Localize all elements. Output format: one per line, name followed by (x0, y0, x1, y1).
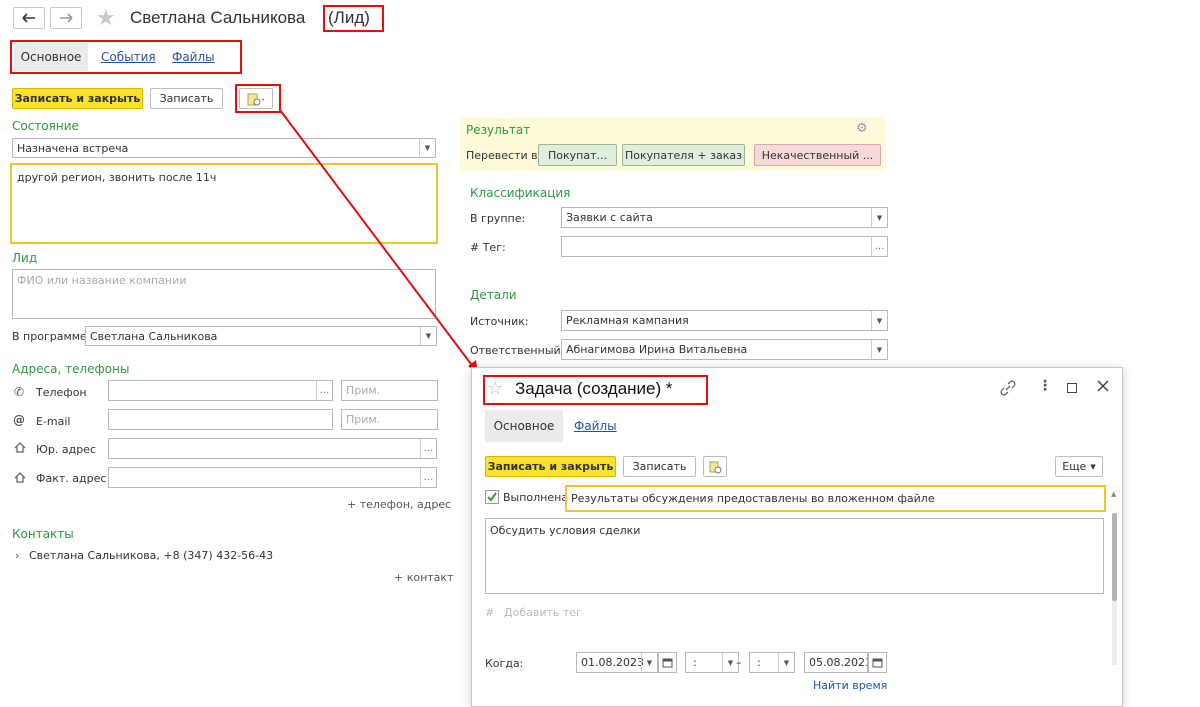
description-text: Обсудить условия сделки (490, 524, 641, 537)
link-icon[interactable] (1000, 380, 1016, 399)
done-label: Выполнена (503, 491, 569, 504)
modal-create-based-button[interactable] (703, 456, 727, 477)
date-from-calendar[interactable] (658, 652, 677, 673)
time-from-value: : (693, 656, 697, 669)
done-checkbox[interactable] (485, 490, 499, 504)
checkmark-icon (487, 492, 497, 502)
more-label: Еще (1062, 460, 1087, 473)
modal-tab-main[interactable]: Основное (485, 410, 563, 442)
result-value: Результаты обсуждения предоставлены во в… (571, 492, 935, 505)
chevron-down-icon[interactable]: ▼ (641, 653, 657, 672)
date-from-value: 01.08.2023 (581, 656, 644, 669)
chevron-down-icon[interactable]: ▼ (778, 653, 794, 672)
time-to-value: : (757, 656, 761, 669)
modal-save-button[interactable]: Записать (623, 456, 696, 477)
scrollbar[interactable] (1112, 513, 1117, 665)
calendar-icon (872, 658, 883, 668)
date-to-calendar[interactable] (868, 652, 887, 673)
description-textarea[interactable]: Обсудить условия сделки (485, 518, 1104, 594)
calendar-icon (662, 658, 673, 668)
close-icon[interactable] (1096, 379, 1110, 396)
maximize-icon[interactable] (1067, 383, 1077, 393)
date-to-input[interactable]: 05.08.2023 (804, 652, 868, 673)
scroll-up-icon[interactable]: ▲ (1111, 490, 1116, 498)
more-vertical-icon[interactable]: ⋮ (1038, 378, 1052, 394)
time-range-dash: – (736, 656, 742, 669)
result-input[interactable]: Результаты обсуждения предоставлены во в… (565, 485, 1106, 512)
when-label: Когда: (485, 657, 524, 670)
task-modal: ☆ Задача (создание) * ⋮ Основное Файлы З… (471, 367, 1123, 707)
modal-tab-files[interactable]: Файлы (574, 419, 617, 433)
find-time-link[interactable]: Найти время (813, 679, 887, 692)
chevron-down-icon: ▼ (1090, 462, 1096, 471)
time-from-select[interactable]: : ▼ (685, 652, 739, 673)
time-to-select[interactable]: : ▼ (749, 652, 795, 673)
create-document-icon (709, 461, 722, 473)
date-from-input[interactable]: 01.08.2023 ▼ (576, 652, 658, 673)
modal-save-close-button[interactable]: Записать и закрыть (485, 456, 616, 477)
modal-more-button[interactable]: Еще ▼ (1055, 456, 1103, 477)
add-tag-link[interactable]: Добавить тег (504, 606, 582, 619)
tag-hash-icon: # (485, 606, 495, 619)
annotation-box (483, 375, 708, 405)
scrollbar-thumb[interactable] (1112, 513, 1117, 601)
date-to-value: 05.08.2023 (809, 656, 868, 669)
